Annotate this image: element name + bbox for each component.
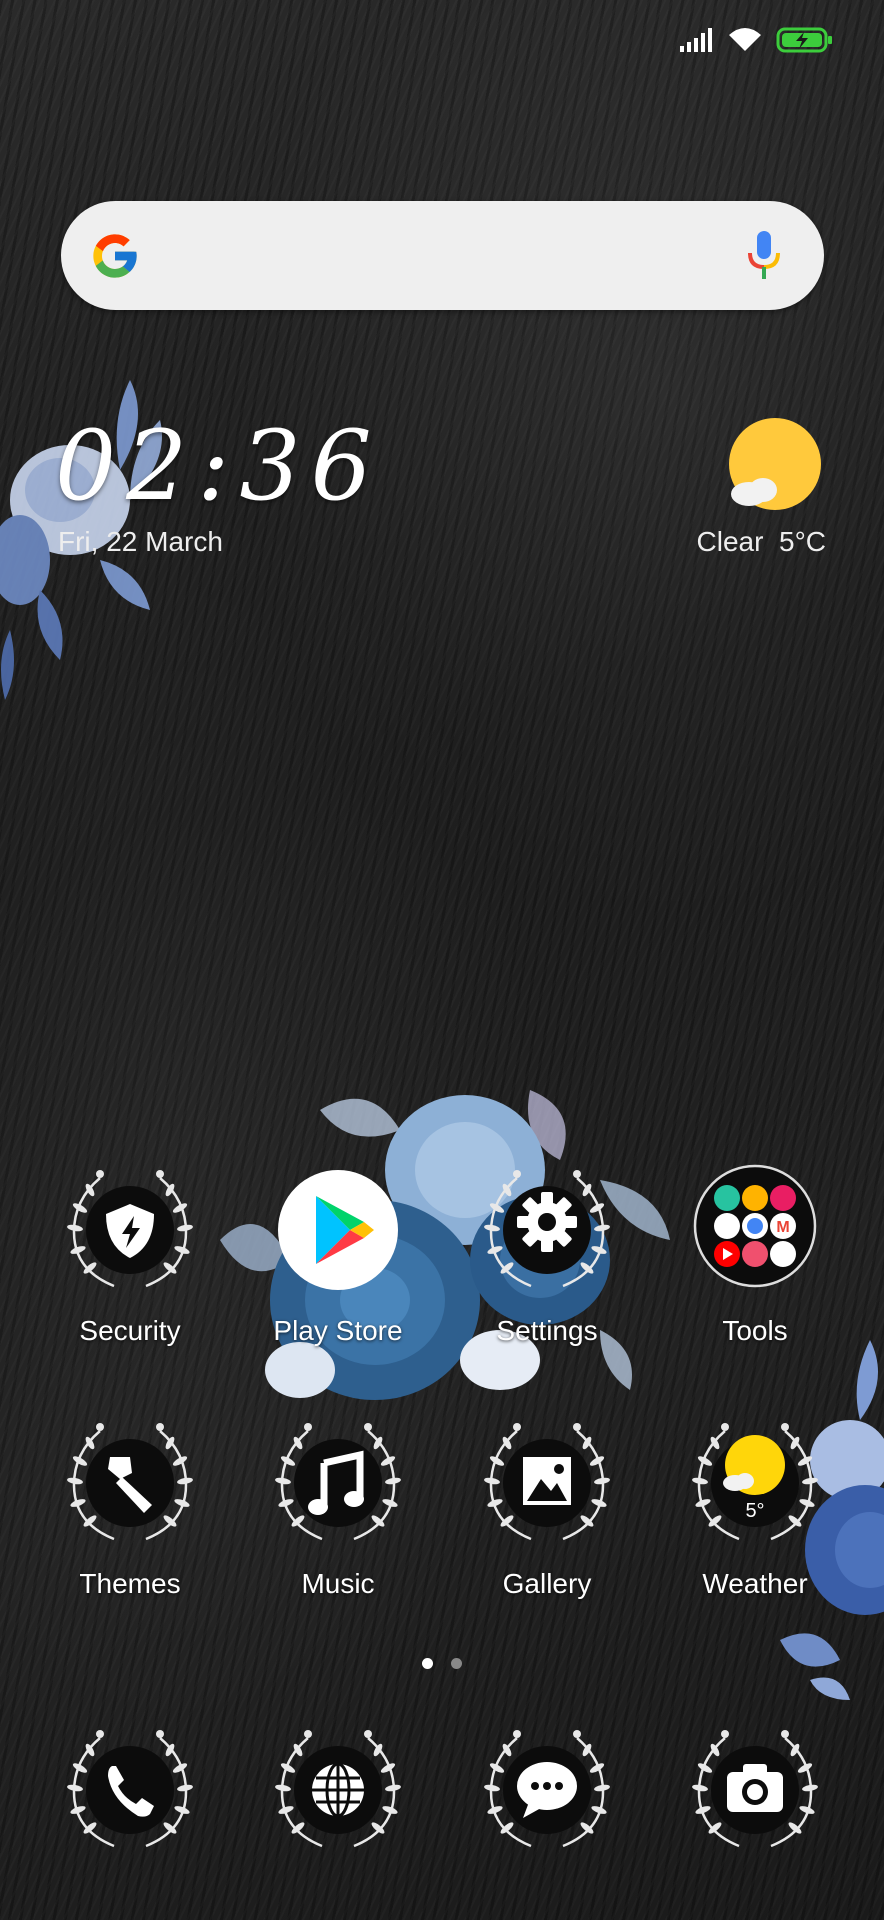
page-dot-2[interactable] — [451, 1658, 462, 1669]
shield-bolt-icon — [60, 1160, 200, 1300]
wifi-icon — [729, 28, 761, 51]
app-settings[interactable]: Settings — [462, 1160, 632, 1360]
clock-date[interactable]: Fri, 22 March — [58, 526, 223, 558]
svg-text:M: M — [776, 1219, 789, 1236]
app-themes[interactable]: Themes — [45, 1413, 215, 1613]
folder-icon: M — [693, 1164, 817, 1288]
app-security[interactable]: Security — [45, 1160, 215, 1360]
app-label: Tools — [722, 1315, 788, 1346]
phone-icon — [60, 1720, 200, 1860]
page-indicator — [0, 1658, 884, 1669]
app-label: Play Store — [273, 1315, 403, 1346]
app-music[interactable]: Music — [253, 1413, 423, 1613]
paintbrush-icon — [60, 1413, 200, 1553]
status-icons — [680, 26, 834, 54]
music-note-icon — [268, 1413, 408, 1553]
play-store-icon — [278, 1170, 398, 1290]
app-play-store[interactable]: Play Store — [253, 1160, 423, 1360]
image-icon — [477, 1413, 617, 1553]
app-weather[interactable]: 5° Weather — [670, 1413, 840, 1613]
dock-messages[interactable] — [462, 1720, 632, 1920]
globe-icon — [268, 1720, 408, 1860]
app-label: Gallery — [502, 1568, 592, 1599]
app-label: Security — [79, 1315, 181, 1346]
battery-charging-icon — [776, 27, 832, 53]
camera-icon — [685, 1720, 825, 1860]
status-bar — [0, 0, 884, 80]
mic-icon[interactable] — [746, 229, 782, 281]
page-dot-1[interactable] — [422, 1658, 433, 1669]
app-label: Settings — [496, 1315, 598, 1346]
app-tools-folder[interactable]: M Tools — [670, 1160, 840, 1360]
app-gallery[interactable]: Gallery — [462, 1413, 632, 1613]
sun-cloud-icon[interactable] — [725, 416, 825, 516]
weather-icon-temp: 5° — [745, 1500, 764, 1522]
signal-icon — [680, 28, 712, 52]
weather-condition: Clear — [696, 526, 764, 557]
weather-widget-text[interactable]: Clear 5°C — [697, 526, 826, 558]
weather-icon: 5° — [685, 1413, 825, 1553]
google-search-bar[interactable] — [61, 201, 824, 310]
weather-temperature: 5°C — [779, 526, 826, 557]
app-label: Themes — [79, 1568, 181, 1599]
message-icon — [477, 1720, 617, 1860]
app-label: Weather — [702, 1568, 808, 1599]
dock-phone[interactable] — [45, 1720, 215, 1920]
dock-camera[interactable] — [670, 1720, 840, 1920]
gear-icon — [477, 1160, 617, 1300]
clock-time[interactable]: 02:36 — [55, 410, 382, 522]
google-logo-icon — [93, 234, 137, 278]
app-label: Music — [301, 1568, 375, 1599]
dock-browser[interactable] — [253, 1720, 423, 1920]
